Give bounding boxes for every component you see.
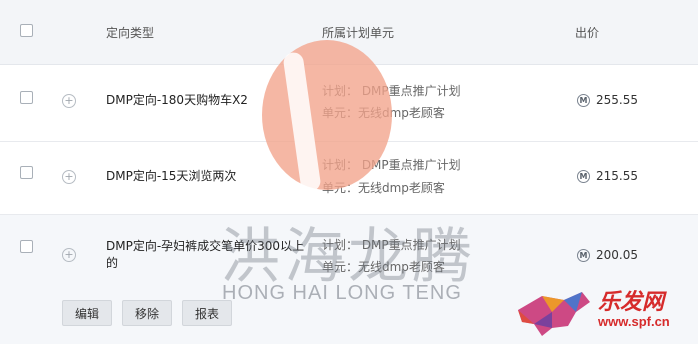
targeting-name-continued: 的 (106, 256, 119, 270)
watermark-logo-circle (262, 40, 392, 190)
expand-plus-icon[interactable]: + (62, 94, 76, 108)
row-checkbox[interactable] (20, 240, 33, 253)
site-logo-url: www.spf.cn (598, 314, 670, 329)
bid-value[interactable]: 200.05 (596, 248, 638, 262)
bull-logo-icon (518, 292, 590, 336)
watermark-english-text: HONG HAI LONG TENG (222, 282, 462, 304)
row-checkbox[interactable] (20, 91, 33, 104)
header-targeting-type: 定向类型 (106, 26, 155, 40)
expand-plus-icon[interactable]: + (62, 248, 76, 262)
row-checkbox[interactable] (20, 166, 33, 179)
targeting-name: DMP定向-15天浏览两次 (106, 169, 237, 183)
select-all-checkbox[interactable] (20, 24, 33, 37)
edit-button[interactable]: 编辑 (62, 300, 113, 326)
currency-icon: M (577, 170, 590, 183)
dmp-targeting-table: 定向类型 所属计划单元 出价 + DMP定向-180天购物车X2 计划： DMP… (0, 0, 698, 344)
header-plan-unit: 所属计划单元 (322, 26, 395, 40)
bid-value[interactable]: 215.55 (596, 169, 638, 183)
header-bid: 出价 (575, 26, 600, 40)
bid-value[interactable]: 255.55 (596, 93, 638, 107)
remove-button[interactable]: 移除 (122, 300, 173, 326)
currency-icon: M (577, 94, 590, 107)
currency-icon: M (577, 249, 590, 262)
targeting-name: DMP定向-180天购物车X2 (106, 93, 248, 107)
site-logo-text: 乐发网 (598, 289, 665, 315)
expand-plus-icon[interactable]: + (62, 170, 76, 184)
